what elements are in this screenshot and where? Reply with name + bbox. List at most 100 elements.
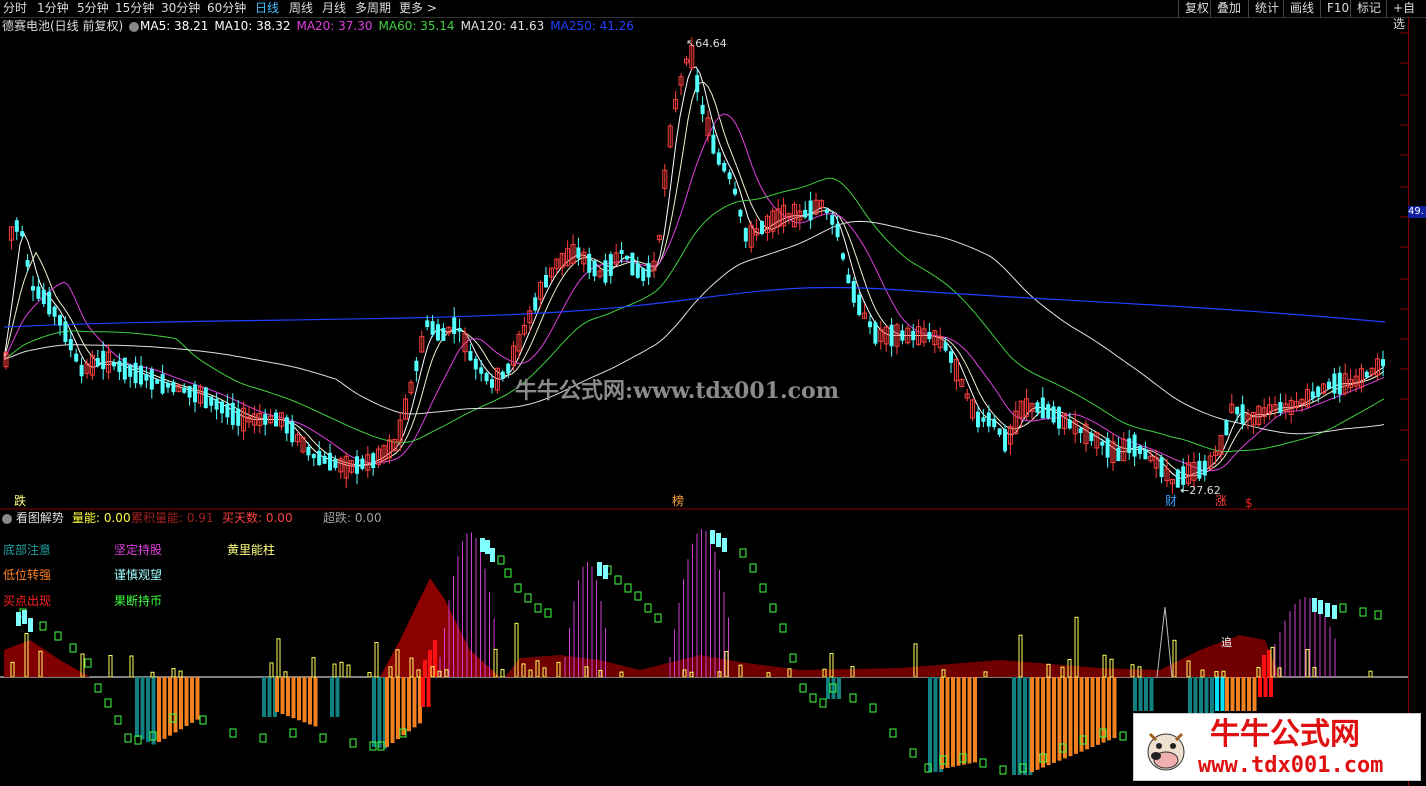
bottom-bar <box>1149 677 1154 711</box>
candle <box>166 379 170 393</box>
indicator-legend-item-0: 底部注意 <box>3 543 52 557</box>
candle <box>225 394 230 425</box>
candle <box>964 388 970 402</box>
candle-body-down <box>128 364 133 377</box>
period-tab-10[interactable]: 更多 > <box>399 1 437 16</box>
candle-body-down <box>122 357 127 380</box>
candle <box>1040 387 1045 419</box>
candle-body-down <box>1051 406 1056 423</box>
candle <box>381 444 387 465</box>
strong-bar <box>1236 677 1240 711</box>
period-tab-1[interactable]: 1分钟 <box>37 1 69 16</box>
sell-step <box>809 693 817 703</box>
candle <box>878 321 884 350</box>
period-tab-5[interactable]: 60分钟 <box>207 1 246 16</box>
toolbar-button-2[interactable]: 统计 <box>1248 0 1285 17</box>
candle <box>738 208 743 223</box>
strong-bar <box>407 677 411 732</box>
period-tab-9[interactable]: 多周期 <box>355 1 391 16</box>
candle-body-down <box>74 353 79 362</box>
candle <box>1143 441 1148 460</box>
stock-title[interactable]: 德赛电池(日线 前复权) <box>2 20 140 33</box>
period-tab-6[interactable]: 日线 <box>255 1 279 16</box>
strong-bar <box>280 677 285 715</box>
period-tab-0[interactable]: 分时 <box>3 1 27 16</box>
bottom-bar <box>826 677 830 699</box>
candle <box>511 341 517 371</box>
candle <box>182 383 187 394</box>
candle-body-down <box>1138 445 1142 454</box>
candle <box>770 207 776 239</box>
candle-body-down <box>695 75 700 93</box>
candle-body-down <box>63 321 68 342</box>
bottom-bar <box>330 677 334 717</box>
chevron-down-icon[interactable] <box>2 513 12 524</box>
bottom-bar <box>1199 677 1203 713</box>
period-tab-4[interactable]: 30分钟 <box>161 1 200 16</box>
candle <box>193 380 197 413</box>
candle <box>533 292 538 313</box>
period-tab-7[interactable]: 周线 <box>289 1 313 16</box>
period-tab-8[interactable]: 月线 <box>322 1 346 16</box>
toolbar-button-3[interactable]: 画线 <box>1283 0 1320 17</box>
candle-body-down <box>992 418 997 428</box>
sell-step <box>644 603 652 613</box>
candle <box>1235 406 1240 422</box>
sell-step <box>259 733 267 743</box>
strong-bar <box>1046 677 1051 766</box>
candle <box>203 386 208 409</box>
strong-bar <box>1247 677 1251 711</box>
candle <box>47 286 52 317</box>
candle-body-down <box>1381 359 1385 367</box>
candle-body-down <box>1159 457 1164 478</box>
bottom-bar <box>1133 677 1137 711</box>
candle <box>1310 382 1315 402</box>
sell-step <box>819 698 827 708</box>
volume-bar <box>129 655 134 678</box>
caution-bar <box>603 565 608 579</box>
event-marker-1[interactable]: 榜 <box>672 495 684 508</box>
candle-body-down <box>544 274 548 288</box>
candle-body-down <box>274 412 278 427</box>
event-marker-3[interactable]: 涨 <box>1215 495 1227 508</box>
candle-body-down <box>927 331 932 340</box>
period-tab-2[interactable]: 5分钟 <box>77 1 109 16</box>
indicator-title[interactable]: 看图解势 <box>16 511 64 525</box>
candle-body-down <box>808 200 813 221</box>
caution-bar <box>490 548 495 562</box>
price-axis[interactable] <box>1408 17 1426 786</box>
strong-bar <box>412 677 417 728</box>
candle-body-down <box>1132 434 1137 457</box>
candle-body-down <box>355 456 359 474</box>
candle <box>587 247 592 280</box>
event-marker-4[interactable]: $ <box>1245 497 1253 510</box>
toolbar-button-5[interactable]: 标记 <box>1350 0 1387 17</box>
caution-bar <box>480 538 485 552</box>
candle <box>927 322 932 343</box>
toolbar-button-6[interactable]: +自选 <box>1386 0 1426 31</box>
strong-bar <box>1107 677 1111 741</box>
indicator-legend-item-4: 谨慎观望 <box>114 568 163 582</box>
event-marker-0[interactable]: 跌 <box>14 495 26 508</box>
candle <box>360 455 365 471</box>
period-tab-3[interactable]: 15分钟 <box>115 1 154 16</box>
candle <box>625 255 629 262</box>
candle <box>268 408 274 425</box>
sell-step <box>759 583 767 593</box>
candle <box>274 409 278 427</box>
candle-body-down <box>171 381 176 393</box>
candle-body-down <box>484 372 489 382</box>
volume-bar <box>1368 670 1373 678</box>
candle-body-down <box>1316 386 1321 397</box>
sell-step <box>104 698 112 708</box>
candle <box>1057 405 1061 436</box>
strong-bar <box>1096 677 1100 745</box>
event-marker-2[interactable]: 财 <box>1165 495 1177 508</box>
volume-bar <box>269 662 274 678</box>
chase-marker: 追 <box>1221 636 1232 649</box>
toolbar-button-1[interactable]: 叠加 <box>1210 0 1247 17</box>
strong-bar <box>962 677 966 765</box>
candle <box>1327 378 1331 390</box>
chevron-down-icon[interactable] <box>129 21 140 32</box>
candle-body-down <box>1224 420 1229 436</box>
